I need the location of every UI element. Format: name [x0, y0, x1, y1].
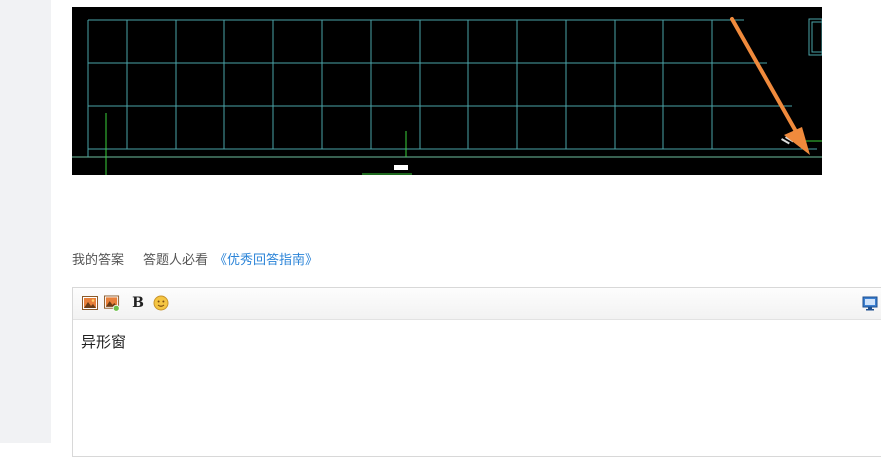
- answer-editor: B 异形窗: [72, 287, 881, 457]
- editor-toolbar: B: [73, 288, 881, 320]
- answer-guide-link[interactable]: 《优秀回答指南》: [214, 249, 318, 268]
- my-answer-tab[interactable]: 我的答案: [72, 249, 124, 268]
- fullscreen-icon[interactable]: [862, 295, 878, 311]
- cad-drawing-svg: [72, 7, 822, 175]
- upload-image-icon[interactable]: [104, 295, 120, 312]
- answer-bar: 我的答案 答题人必看 《优秀回答指南》: [72, 248, 318, 268]
- editor-text: 异形窗: [81, 333, 127, 351]
- cad-drawing-image: [72, 7, 822, 175]
- insert-image-icon[interactable]: [82, 295, 98, 311]
- emoji-icon[interactable]: [153, 295, 169, 311]
- editor-content-area[interactable]: 异形窗: [73, 320, 881, 365]
- left-gutter: [0, 0, 51, 443]
- must-read-label: 答题人必看: [143, 252, 209, 268]
- bold-icon[interactable]: B: [130, 295, 146, 311]
